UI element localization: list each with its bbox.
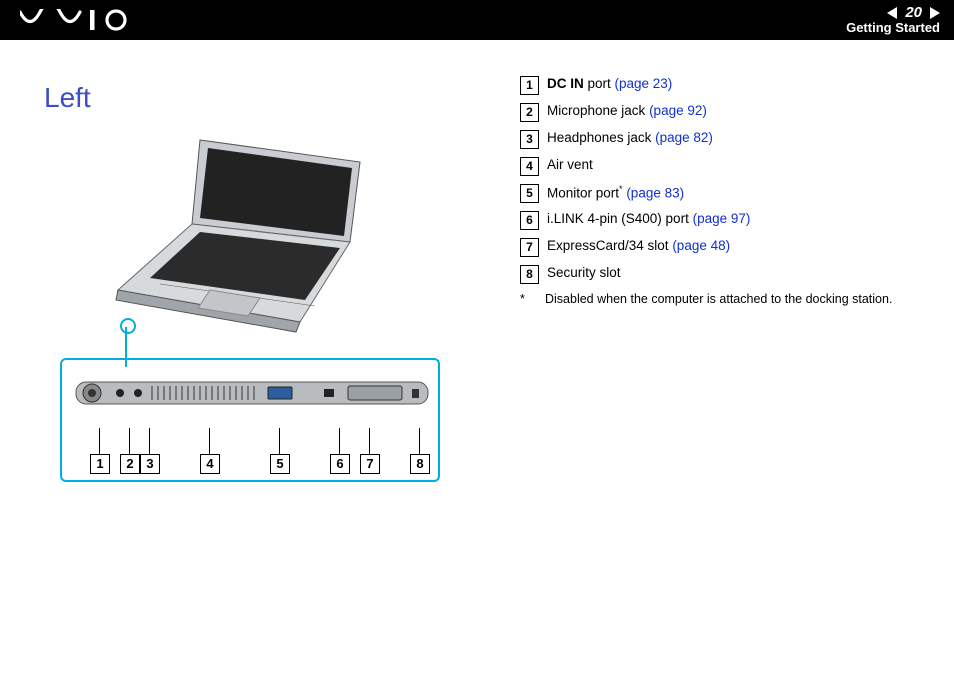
item-label: port: [584, 76, 615, 91]
item-number: 5: [520, 184, 539, 203]
page-reference-link[interactable]: (page 48): [672, 238, 730, 253]
item-label: Microphone jack: [547, 103, 649, 118]
next-page-arrow-icon[interactable]: [930, 7, 940, 19]
item-number: 7: [520, 238, 539, 257]
item-number: 8: [520, 265, 539, 284]
page-header: 20 Getting Started: [0, 0, 954, 40]
callout-leader: [369, 428, 370, 454]
prev-page-arrow-icon[interactable]: [887, 7, 897, 19]
item-label: ExpressCard/34 slot: [547, 238, 672, 253]
callout-leader: [209, 428, 210, 454]
port-item-8: 8 Security slot: [520, 265, 892, 284]
callout-detail-frame: 123 4 5 67 8: [60, 358, 440, 482]
callout-number-8: 8: [410, 454, 430, 474]
item-text: Headphones jack (page 82): [547, 130, 713, 147]
page-reference-link[interactable]: (page 82): [655, 130, 713, 145]
callout-number-3: 3: [140, 454, 160, 474]
laptop-illustration: [100, 132, 400, 347]
page-reference-link[interactable]: (page 83): [626, 186, 684, 201]
callout-number-6: 6: [330, 454, 350, 474]
port-item-4: 4 Air vent: [520, 157, 892, 176]
item-bold-label: DC IN: [547, 76, 584, 91]
header-nav: 20 Getting Started: [846, 5, 940, 36]
port-list: 1 DC IN port (page 23) 2 Microphone jack (p…: [500, 70, 892, 482]
item-text: Microphone jack (page 92): [547, 103, 707, 120]
item-label: Headphones jack: [547, 130, 655, 145]
callout-origin-dot: [120, 318, 136, 334]
diagram: 123 4 5 67 8: [40, 132, 460, 482]
callout-leader: [419, 428, 420, 454]
item-number: 3: [520, 130, 539, 149]
page-reference-link[interactable]: (page 92): [649, 103, 707, 118]
laptop-left-side-view: [72, 372, 428, 423]
vaio-logo: [20, 9, 140, 31]
footnote-mark: *: [520, 292, 545, 306]
item-number: 1: [520, 76, 539, 95]
callout-number-4: 4: [200, 454, 220, 474]
callout-leader: [149, 428, 150, 454]
item-text: Security slot: [547, 265, 621, 282]
callout-leader: [339, 428, 340, 454]
port-item-3: 3 Headphones jack (page 82): [520, 130, 892, 149]
page-number: 20: [905, 5, 922, 22]
section-title: Getting Started: [846, 21, 940, 35]
page-reference-link[interactable]: (page 23): [615, 76, 673, 91]
port-item-6: 6 i.LINK 4-pin (S400) port (page 97): [520, 211, 892, 230]
footnote: *Disabled when the computer is attached …: [520, 292, 892, 306]
item-text: Monitor port* (page 83): [547, 184, 684, 202]
port-item-2: 2 Microphone jack (page 92): [520, 103, 892, 122]
item-label: Security slot: [547, 265, 621, 280]
item-label: Monitor port: [547, 186, 619, 201]
item-label: Air vent: [547, 157, 593, 172]
item-text: Air vent: [547, 157, 593, 174]
port-item-5: 5 Monitor port* (page 83): [520, 184, 892, 203]
callout-number-1: 1: [90, 454, 110, 474]
item-number: 4: [520, 157, 539, 176]
port-item-1: 1 DC IN port (page 23): [520, 76, 892, 95]
page-title: Left: [44, 82, 500, 114]
page-reference-link[interactable]: (page 97): [693, 211, 751, 226]
callout-leader: [99, 428, 100, 454]
item-number: 6: [520, 211, 539, 230]
item-text: DC IN port (page 23): [547, 76, 672, 93]
callout-number-7: 7: [360, 454, 380, 474]
footnote-text: Disabled when the computer is attached t…: [545, 292, 892, 306]
port-item-7: 7 ExpressCard/34 slot (page 48): [520, 238, 892, 257]
item-label: i.LINK 4-pin (S400) port: [547, 211, 693, 226]
item-number: 2: [520, 103, 539, 122]
item-text: i.LINK 4-pin (S400) port (page 97): [547, 211, 750, 228]
callout-number-labels: 123 4 5 67 8: [62, 438, 438, 474]
callout-leader: [279, 428, 280, 454]
callout-leader: [129, 428, 130, 454]
callout-number-2: 2: [120, 454, 140, 474]
callout-number-5: 5: [270, 454, 290, 474]
item-text: ExpressCard/34 slot (page 48): [547, 238, 730, 255]
